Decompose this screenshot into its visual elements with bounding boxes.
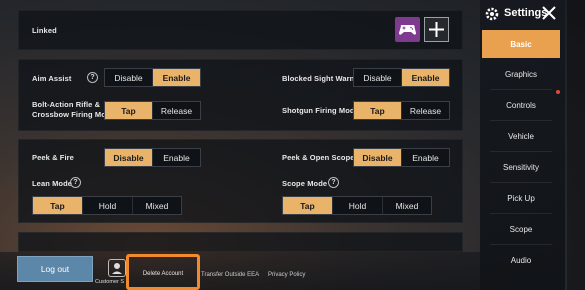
lean-mode-mixed[interactable]: Mixed: [133, 197, 181, 214]
bolt-action-label-line1: Bolt-Action Rifle &: [32, 100, 101, 109]
bolt-action-toggle: Tap Release: [104, 101, 201, 120]
peek-scope-toggle: Disable Enable: [353, 148, 450, 167]
scope-mode-mixed[interactable]: Mixed: [383, 197, 431, 214]
tab-label: Audio: [510, 255, 532, 265]
tab-sensitivity[interactable]: Sensitivity: [482, 153, 560, 181]
peek-scope-enable[interactable]: Enable: [402, 149, 449, 166]
help-icon[interactable]: ?: [328, 177, 339, 188]
peek-scope-label: Peek & Open Scope: [282, 153, 355, 162]
blocked-sight-enable[interactable]: Enable: [402, 69, 449, 86]
close-icon[interactable]: [541, 5, 557, 21]
peek-fire-label: Peek & Fire: [32, 153, 74, 162]
customer-service-label[interactable]: Customer S: [95, 279, 124, 285]
divider: [490, 151, 552, 152]
tab-vehicle[interactable]: Vehicle: [482, 122, 560, 150]
aim-assist-label: Aim Assist: [32, 74, 72, 83]
tab-graphics[interactable]: Graphics: [482, 60, 560, 88]
scope-mode-tap[interactable]: Tap: [283, 197, 333, 214]
sidebar-scrollbar[interactable]: [567, 0, 585, 290]
delete-account-button[interactable]: Delete Account: [126, 254, 200, 290]
tab-label: Sensitivity: [502, 162, 539, 172]
tab-scope[interactable]: Scope: [482, 215, 560, 243]
privacy-policy-link[interactable]: Privacy Policy: [268, 272, 305, 278]
shotgun-label: Shotgun Firing Mode: [282, 106, 359, 115]
tab-label: Pick Up: [507, 193, 535, 203]
peek-fire-disable[interactable]: Disable: [105, 149, 153, 166]
shotgun-tap[interactable]: Tap: [354, 102, 402, 119]
lean-mode-toggle: Tap Hold Mixed: [32, 196, 182, 215]
divider: [490, 120, 552, 121]
linked-label: Linked: [32, 26, 57, 35]
delete-account-label: Delete Account: [142, 270, 184, 277]
scope-mode-label: Scope Mode: [282, 179, 328, 188]
blocked-sight-toggle: Disable Enable: [353, 68, 450, 87]
tab-label: Graphics: [504, 69, 537, 79]
bolt-action-tap[interactable]: Tap: [105, 102, 153, 119]
help-icon[interactable]: ?: [70, 177, 81, 188]
tab-label: Controls: [506, 100, 536, 110]
lean-mode-hold[interactable]: Hold: [83, 197, 133, 214]
lean-mode-tap[interactable]: Tap: [33, 197, 83, 214]
customer-service-icon[interactable]: [108, 259, 126, 277]
scope-mode-hold[interactable]: Hold: [333, 197, 383, 214]
help-icon[interactable]: ?: [87, 72, 98, 83]
tab-audio[interactable]: Audio: [482, 246, 560, 274]
gear-icon: [484, 6, 500, 22]
shotgun-toggle: Tap Release: [353, 101, 450, 120]
logout-label: Log out: [40, 264, 70, 274]
transfer-link[interactable]: Transfer Outside EEA: [201, 272, 259, 278]
aim-assist-enable[interactable]: Enable: [153, 69, 200, 86]
next-settings-panel: [18, 232, 463, 252]
tab-pick-up[interactable]: Pick Up: [482, 184, 560, 212]
bolt-action-release[interactable]: Release: [153, 102, 200, 119]
divider: [490, 213, 552, 214]
tab-controls[interactable]: Controls: [482, 91, 560, 119]
notification-dot: [556, 90, 560, 94]
divider: [490, 89, 552, 90]
logout-button[interactable]: Log out: [17, 256, 93, 282]
aim-assist-toggle: Disable Enable: [104, 68, 201, 87]
divider: [490, 244, 552, 245]
blocked-sight-disable[interactable]: Disable: [354, 69, 402, 86]
lean-mode-label: Lean Mode: [32, 179, 73, 188]
peek-fire-enable[interactable]: Enable: [153, 149, 200, 166]
tab-label: Vehicle: [508, 131, 534, 141]
bolt-action-label-line2: Crossbow Firing Mode: [32, 110, 115, 119]
shotgun-release[interactable]: Release: [402, 102, 449, 119]
peek-scope-disable[interactable]: Disable: [354, 149, 402, 166]
tab-label: Scope: [509, 224, 533, 234]
tab-label: Basic: [510, 39, 532, 49]
gamepad-icon[interactable]: [395, 17, 420, 42]
divider: [490, 182, 552, 183]
tab-basic[interactable]: Basic: [482, 30, 560, 58]
add-account-icon[interactable]: [424, 17, 449, 42]
peek-fire-toggle: Disable Enable: [104, 148, 201, 167]
aim-assist-disable[interactable]: Disable: [105, 69, 153, 86]
scope-mode-toggle: Tap Hold Mixed: [282, 196, 432, 215]
